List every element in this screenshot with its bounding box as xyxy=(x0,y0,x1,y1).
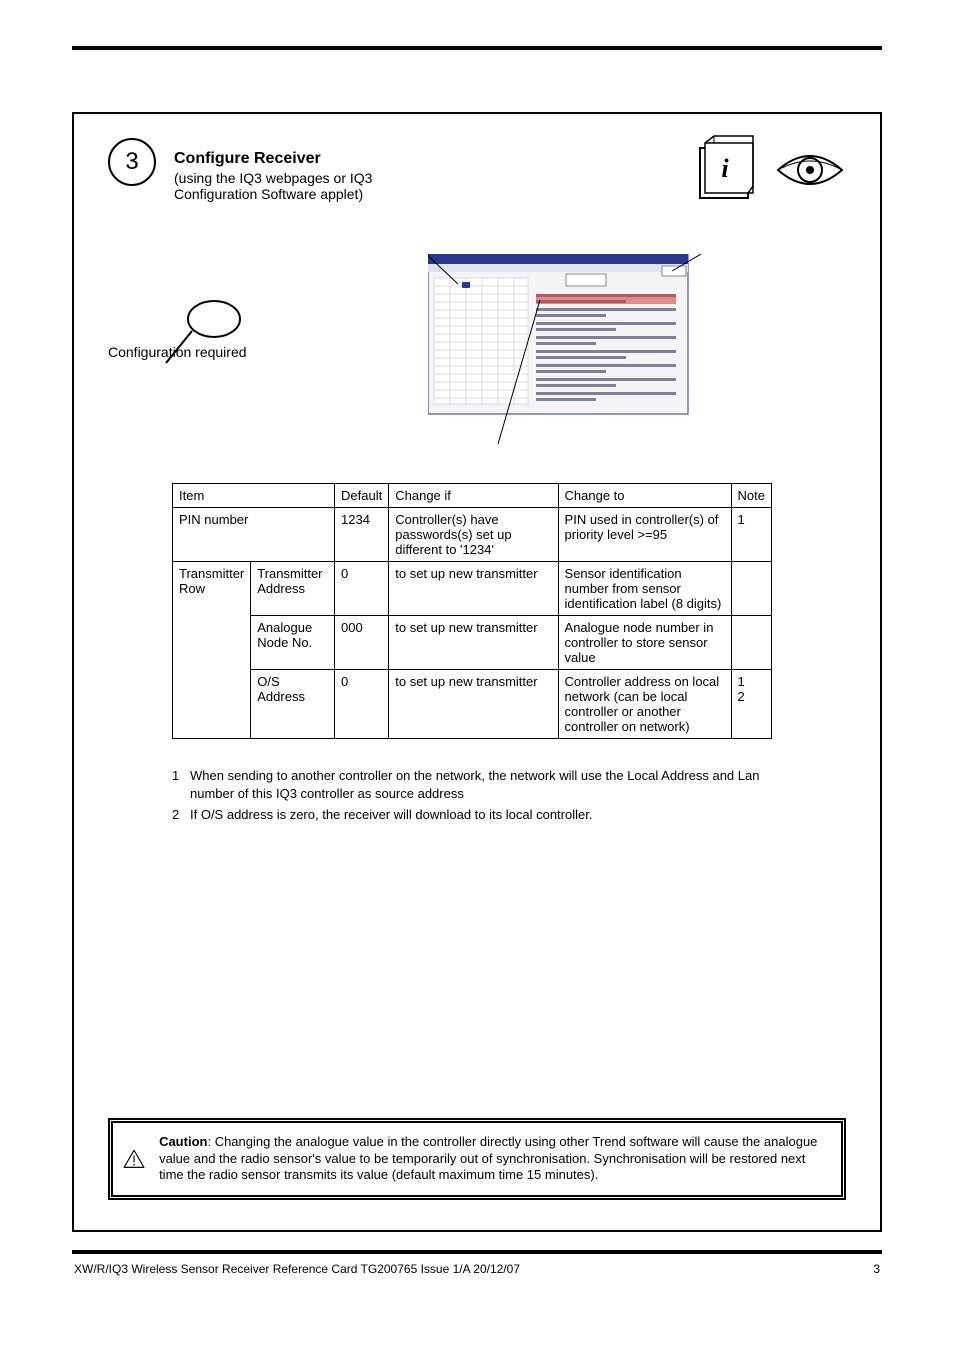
step-number: 3 xyxy=(125,148,138,176)
cell-note: 1 2 xyxy=(731,670,771,739)
caution-body: Changing the analogue value in the contr… xyxy=(159,1134,817,1183)
screenshot-thumbnail xyxy=(428,254,708,454)
cell-change-if: to set up new transmitter xyxy=(389,562,558,616)
cell-default: 000 xyxy=(335,616,389,670)
th-note: Note xyxy=(731,484,771,508)
footer: XW/R/IQ3 Wireless Sensor Receiver Refere… xyxy=(72,1262,882,1276)
manual-icon: i xyxy=(692,134,756,206)
svg-text:i: i xyxy=(721,154,729,183)
magnifier-icon xyxy=(162,293,248,373)
cell-change-if: to set up new transmitter xyxy=(389,616,558,670)
cell-note xyxy=(731,562,771,616)
footer-left: XW/R/IQ3 Wireless Sensor Receiver Refere… xyxy=(74,1262,520,1276)
cell-default: 1234 xyxy=(335,508,389,562)
table-row: Analogue Node No. 000 to set up new tran… xyxy=(173,616,772,670)
caution-box: Caution: Changing the analogue value in … xyxy=(108,1118,846,1200)
reference-icons: i xyxy=(692,134,846,206)
cell-change-if: Controller(s) have passwords(s) set up d… xyxy=(389,508,558,562)
warning-icon xyxy=(123,1133,145,1185)
note-item: 2 If O/S address is zero, the receiver w… xyxy=(172,806,792,824)
notes: 1 When sending to another controller on … xyxy=(172,767,792,824)
eye-icon xyxy=(774,134,846,206)
step-title: Configure Receiver xyxy=(174,150,392,168)
cell-subitem: Analogue Node No. xyxy=(251,616,335,670)
cell-default: 0 xyxy=(335,562,389,616)
th-change-to: Change to xyxy=(558,484,731,508)
main-box: 3 Configure Receiver (using the IQ3 webp… xyxy=(72,112,882,1232)
cell-item: PIN number xyxy=(173,508,335,562)
cell-note xyxy=(731,616,771,670)
note-text: If O/S address is zero, the receiver wil… xyxy=(190,806,592,824)
top-rule xyxy=(72,46,882,50)
caution-text: Caution: Changing the analogue value in … xyxy=(159,1134,825,1185)
cell-change-to: Analogue node number in controller to st… xyxy=(558,616,731,670)
page: 3 Configure Receiver (using the IQ3 webp… xyxy=(0,0,954,1354)
cell-change-to: Controller address on local network (can… xyxy=(558,670,731,739)
cell-change-if: to set up new transmitter xyxy=(389,670,558,739)
cell-note: 1 xyxy=(731,508,771,562)
config-row: Configuration required xyxy=(108,254,846,459)
table-row: O/S Address 0 to set up new transmitter … xyxy=(173,670,772,739)
step-body: Configure Receiver (using the IQ3 webpag… xyxy=(174,138,392,202)
cell-subitem: Transmitter Address xyxy=(251,562,335,616)
step-header: 3 Configure Receiver (using the IQ3 webp… xyxy=(108,138,846,206)
step-number-circle: 3 xyxy=(108,138,156,186)
table-row: Transmitter Row Transmitter Address 0 to… xyxy=(173,562,772,616)
note-number: 1 xyxy=(172,767,190,802)
config-title: Configuration required xyxy=(108,344,418,360)
note-text: When sending to another controller on th… xyxy=(190,767,792,802)
note-number: 2 xyxy=(172,806,190,824)
cell-change-to: Sensor identification number from sensor… xyxy=(558,562,731,616)
cell-change-to: PIN used in controller(s) of priority le… xyxy=(558,508,731,562)
note-item: 1 When sending to another controller on … xyxy=(172,767,792,802)
table-header-row: Item Default Change if Change to Note xyxy=(173,484,772,508)
config-left: Configuration required xyxy=(108,254,418,378)
th-default: Default xyxy=(335,484,389,508)
th-item: Item xyxy=(173,484,335,508)
config-table: Item Default Change if Change to Note PI… xyxy=(172,483,772,739)
caution-head: Caution xyxy=(159,1134,207,1149)
cell-default: 0 xyxy=(335,670,389,739)
cell-subitem: O/S Address xyxy=(251,670,335,739)
step-subtitle: (using the IQ3 webpages or IQ3 Configura… xyxy=(174,170,392,202)
cell-item: Transmitter Row xyxy=(173,562,251,739)
footer-right: 3 xyxy=(873,1262,880,1276)
config-right xyxy=(428,254,708,459)
th-change-if: Change if xyxy=(389,484,558,508)
config-table-wrap: Item Default Change if Change to Note PI… xyxy=(172,483,772,739)
table-row: PIN number 1234 Controller(s) have passw… xyxy=(173,508,772,562)
footer-rule xyxy=(72,1250,882,1254)
